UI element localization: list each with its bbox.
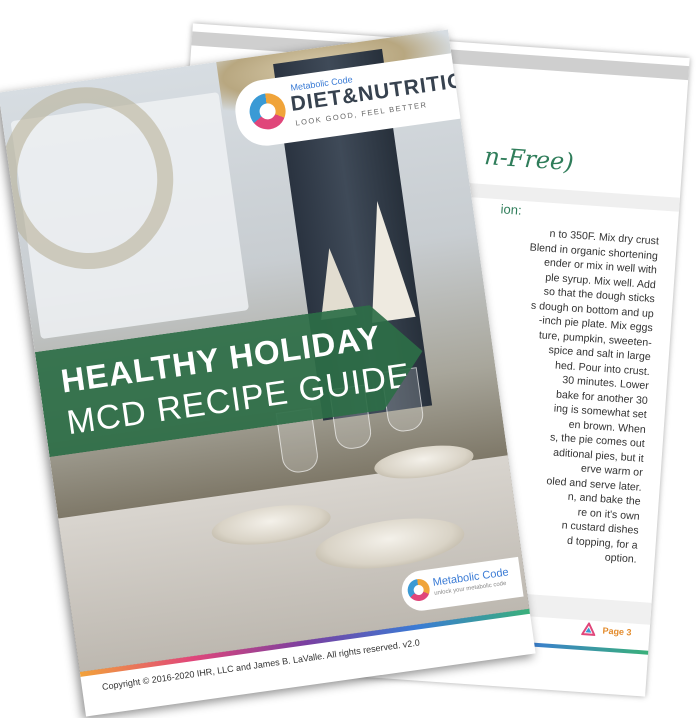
logo-icon	[247, 91, 288, 132]
logo-icon	[406, 577, 432, 603]
page-number: Page 3	[602, 625, 632, 638]
recipe-title: n-Free)	[483, 142, 575, 177]
metabolic-code-icon	[581, 622, 596, 637]
tablecloth	[58, 455, 530, 672]
recipe-guide-cover: Metabolic Code DIET&NUTRITION LOOK GOOD,…	[0, 29, 536, 717]
instructions-heading: ion:	[500, 201, 523, 218]
